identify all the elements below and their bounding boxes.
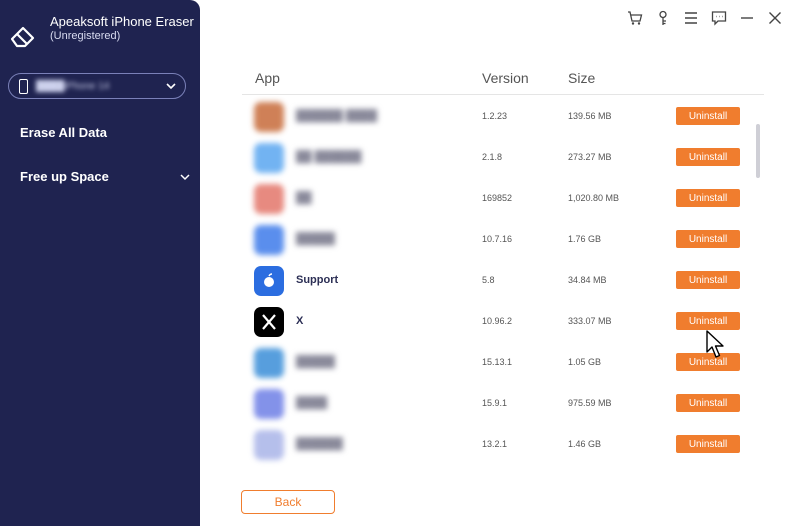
app-size: 34.84 MB: [568, 275, 607, 285]
app-name: ██████: [296, 438, 343, 450]
mouse-cursor-icon: [706, 330, 724, 358]
table-row: ████ 15.9.1 975.59 MB Uninstall: [242, 383, 764, 424]
table-header: App Version Size: [242, 70, 764, 95]
table-row: ██████ 13.2.1 1.46 GB Uninstall: [242, 424, 764, 465]
nav-erase-all-data[interactable]: Erase All Data: [20, 125, 107, 140]
app-size: 1.46 GB: [568, 439, 602, 449]
table-row: ██ 169852 1,020.80 MB Uninstall: [242, 178, 764, 219]
sidebar: Apeaksoft iPhone Eraser (Unregistered) █…: [0, 0, 200, 526]
app-icon: [254, 430, 284, 460]
uninstall-button[interactable]: Uninstall: [676, 230, 740, 248]
table-row: ██ ██████ 2.1.8 273.27 MB Uninstall: [242, 137, 764, 178]
app-size: 273.27 MB: [568, 152, 612, 162]
chevron-down-icon: [166, 83, 176, 90]
back-button[interactable]: Back: [241, 490, 335, 514]
header-app: App: [255, 70, 280, 86]
scrollbar[interactable]: [756, 124, 760, 178]
app-size: 1,020.80 MB: [568, 193, 620, 203]
uninstall-button[interactable]: Uninstall: [676, 148, 740, 166]
app-version: 15.9.1: [482, 398, 508, 408]
app-size: 333.07 MB: [568, 316, 612, 326]
window-toolbar: [626, 10, 784, 26]
brand: Apeaksoft iPhone Eraser (Unregistered): [8, 14, 194, 50]
cart-icon[interactable]: [626, 10, 644, 26]
app-version: 5.8: [482, 275, 495, 285]
app-icon: [254, 184, 284, 214]
app-icon: [254, 102, 284, 132]
app-icon: [254, 266, 284, 296]
app-icon: [254, 348, 284, 378]
app-name: ████: [296, 397, 328, 409]
app-version: 15.13.1: [482, 357, 513, 367]
table-row: ██████ ████ 1.2.23 139.56 MB Uninstall: [242, 96, 764, 137]
uninstall-button[interactable]: Uninstall: [676, 271, 740, 289]
header-size: Size: [568, 70, 596, 86]
app-name: Apeaksoft iPhone Eraser: [50, 14, 194, 29]
app-name: ██: [296, 192, 312, 204]
device-selector[interactable]: ████iPhone 14: [8, 73, 186, 99]
table-row: █████ 10.7.16 1.76 GB Uninstall: [242, 219, 764, 260]
uninstall-button[interactable]: Uninstall: [676, 189, 740, 207]
uninstall-button[interactable]: Uninstall: [676, 435, 740, 453]
app-name: █████: [296, 356, 335, 368]
uninstall-button[interactable]: Uninstall: [676, 312, 740, 330]
app-status: (Unregistered): [50, 30, 121, 42]
app-version: 1.2.23: [482, 111, 508, 121]
app-name: ██ ██████: [296, 151, 362, 163]
device-name: ████iPhone 14: [36, 80, 110, 92]
app-version: 10.96.2: [482, 316, 513, 326]
app-list: ██████ ████ 1.2.23 139.56 MB Uninstall ██ ██…: [242, 96, 764, 476]
app-name: X: [296, 315, 304, 327]
app-version: 2.1.8: [482, 152, 503, 162]
close-icon[interactable]: [766, 10, 784, 26]
app-name: ██████ ████: [296, 110, 377, 122]
app-icon: [254, 307, 284, 337]
header-version: Version: [482, 70, 529, 86]
app-size: 1.05 GB: [568, 357, 602, 367]
app-name: █████: [296, 233, 335, 245]
app-size: 975.59 MB: [568, 398, 612, 408]
table-row: X 10.96.2 333.07 MB Uninstall: [242, 301, 764, 342]
app-size: 1.76 GB: [568, 234, 602, 244]
menu-icon[interactable]: [682, 10, 700, 26]
phone-icon: [19, 78, 28, 94]
app-version: 10.7.16: [482, 234, 513, 244]
app-size: 139.56 MB: [568, 111, 612, 121]
minimize-icon[interactable]: [738, 10, 756, 26]
nav-free-up-space[interactable]: Free up Space: [20, 169, 109, 184]
table-row: Support 5.8 34.84 MB Uninstall: [242, 260, 764, 301]
table-row: █████ 15.13.1 1.05 GB Uninstall: [242, 342, 764, 383]
eraser-icon: [10, 26, 35, 48]
feedback-icon[interactable]: [710, 10, 728, 26]
uninstall-button[interactable]: Uninstall: [676, 107, 740, 125]
app-icon: [254, 225, 284, 255]
chevron-down-icon[interactable]: [180, 172, 190, 182]
uninstall-button[interactable]: Uninstall: [676, 394, 740, 412]
app-icon: [254, 143, 284, 173]
app-version: 169852: [482, 193, 513, 203]
app-name: Support: [296, 274, 339, 286]
key-icon[interactable]: [654, 10, 672, 26]
app-icon: [254, 389, 284, 419]
app-version: 13.2.1: [482, 439, 508, 449]
